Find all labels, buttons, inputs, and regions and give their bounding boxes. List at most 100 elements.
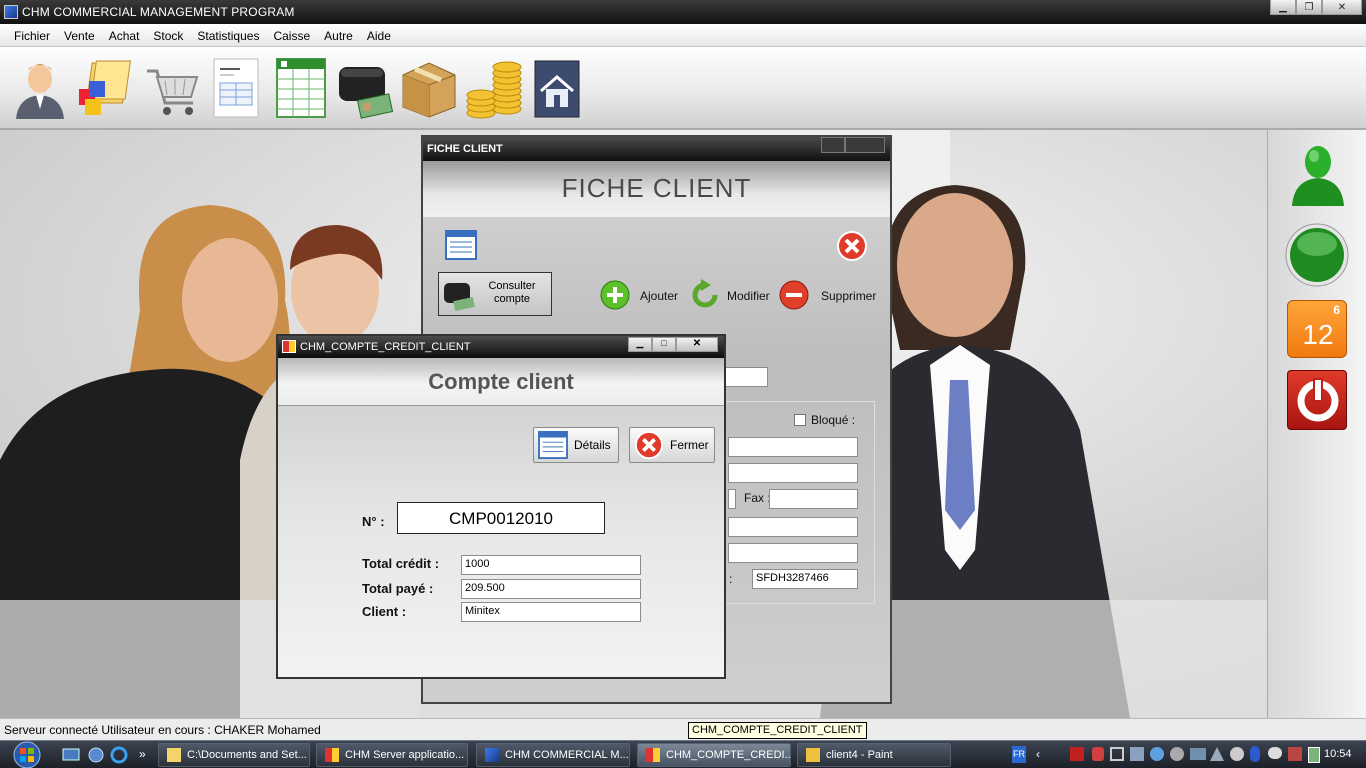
package-icon[interactable] — [399, 57, 459, 119]
wallet-icon[interactable] — [335, 57, 395, 119]
boxes-icon[interactable] — [75, 57, 135, 119]
coins-icon[interactable] — [463, 57, 523, 119]
globe-icon[interactable] — [87, 746, 105, 764]
menu-achat[interactable]: Achat — [102, 24, 147, 46]
task-compte-label: CHM_COMPTE_CREDI... — [666, 749, 791, 761]
modifier-button[interactable]: Modifier — [727, 289, 770, 303]
total-credit-field[interactable]: 1000 — [461, 555, 641, 575]
fiche-minimize-button[interactable] — [821, 137, 845, 153]
fiche-title-bar: FICHE CLIENT — [423, 137, 890, 161]
task-paint[interactable]: client4 - Paint — [797, 743, 951, 767]
taskbar: » C:\Documents and Set... CHM Server app… — [0, 740, 1366, 768]
menu-bar: Fichier Vente Achat Stock Statistiques C… — [0, 24, 1366, 47]
add-icon[interactable] — [599, 279, 631, 311]
compte-maximize-button[interactable]: □ — [652, 337, 676, 352]
bluetooth-icon[interactable] — [1250, 746, 1260, 762]
sync-icon[interactable] — [1170, 747, 1184, 761]
update-icon[interactable] — [1150, 747, 1164, 761]
details-button[interactable]: Détails — [533, 427, 619, 463]
supprimer-button[interactable]: Supprimer — [821, 289, 876, 303]
house-icon[interactable] — [527, 57, 587, 119]
menu-autre[interactable]: Autre — [317, 24, 360, 46]
menu-vente[interactable]: Vente — [57, 24, 102, 46]
minimize-button[interactable]: ▁ — [1270, 0, 1296, 15]
compte-minimize-button[interactable]: ▁ — [628, 337, 652, 352]
consulter-compte-button[interactable]: Consulter compte — [438, 272, 552, 316]
fiche-field-2[interactable] — [728, 463, 858, 483]
start-button[interactable] — [2, 741, 52, 768]
fiche-field-4[interactable] — [728, 543, 858, 563]
clock[interactable]: 10:54 — [1324, 748, 1352, 760]
fiche-field-top[interactable] — [723, 367, 768, 387]
invoice-icon[interactable] — [206, 57, 266, 119]
network-icon[interactable] — [1110, 747, 1124, 761]
total-paye-field[interactable]: 209.500 — [461, 579, 641, 599]
task-commercial-label: CHM COMMERCIAL M... — [505, 749, 629, 761]
fax-label: Fax : — [744, 491, 771, 505]
menu-caisse[interactable]: Caisse — [266, 24, 317, 46]
menu-stock[interactable]: Stock — [146, 24, 190, 46]
folder-icon — [167, 748, 181, 762]
tray-chevron-icon[interactable]: ‹ — [1036, 747, 1040, 761]
clock-sync-icon[interactable] — [1230, 747, 1244, 761]
online-user-icon[interactable] — [1288, 140, 1348, 210]
menu-aide[interactable]: Aide — [360, 24, 398, 46]
shield-icon[interactable] — [1092, 747, 1104, 761]
fermer-button[interactable]: Fermer — [629, 427, 715, 463]
language-indicator[interactable]: FR — [1012, 746, 1026, 763]
task-explorer-label: C:\Documents and Set... — [187, 749, 307, 761]
power-icon — [1297, 378, 1339, 422]
power-off-button[interactable] — [1287, 370, 1347, 430]
list-icon — [538, 431, 568, 459]
remove-icon[interactable] — [778, 279, 810, 311]
show-desktop-icon[interactable] — [62, 747, 80, 763]
status-green-light[interactable] — [1284, 222, 1350, 288]
browser-icon[interactable] — [110, 746, 128, 764]
fiche-field-3[interactable] — [728, 517, 858, 537]
status-bar: Serveur connecté Utilisateur en cours : … — [0, 718, 1366, 740]
chevron-icon[interactable]: » — [139, 747, 146, 761]
warning-icon[interactable] — [1210, 747, 1224, 761]
compte-credit-window: CHM_COMPTE_CREDIT_CLIENT ▁ □ ✕ Compte cl… — [276, 334, 726, 679]
task-compte[interactable]: CHM_COMPTE_CREDI... — [637, 743, 791, 767]
app-icon — [485, 748, 499, 762]
compte-window-title: CHM_COMPTE_CREDIT_CLIENT — [300, 341, 471, 353]
menu-statistiques[interactable]: Statistiques — [190, 24, 266, 46]
spreadsheet-icon[interactable] — [271, 57, 331, 119]
fiche-field-1[interactable] — [728, 437, 858, 457]
task-paint-label: client4 - Paint — [826, 749, 893, 761]
flag-icon[interactable] — [1288, 747, 1302, 761]
ajouter-button[interactable]: Ajouter — [640, 289, 678, 303]
calendar-icon[interactable]: 6 12 — [1287, 300, 1347, 358]
task-commercial[interactable]: CHM COMMERCIAL M... — [476, 743, 630, 767]
monitor-icon[interactable] — [1130, 747, 1144, 761]
list-icon[interactable] — [445, 230, 477, 260]
compte-close-button[interactable]: ✕ — [676, 337, 718, 352]
fiche-field-phone[interactable] — [728, 489, 736, 509]
user-icon[interactable] — [10, 57, 70, 119]
menu-fichier[interactable]: Fichier — [0, 24, 57, 46]
bloque-checkbox[interactable] — [794, 414, 806, 426]
num-field[interactable]: CMP0012010 — [397, 502, 605, 534]
fiche-close-icon[interactable] — [836, 230, 868, 262]
fermer-label: Fermer — [670, 438, 709, 452]
calendar-day: 12 — [1302, 319, 1334, 350]
task-explorer[interactable]: C:\Documents and Set... — [158, 743, 310, 767]
close-button[interactable]: ✕ — [1322, 0, 1362, 15]
task-server[interactable]: CHM Server applicatio... — [316, 743, 468, 767]
app-window-icon — [325, 748, 339, 762]
consulter-compte-label: Consulter compte — [488, 280, 536, 305]
antivirus-icon[interactable] — [1070, 747, 1084, 761]
client-label: Client : — [362, 604, 407, 619]
code-field[interactable]: SFDH3287466 — [752, 569, 858, 589]
cart-icon[interactable] — [141, 57, 201, 119]
client-field[interactable]: Minitex — [461, 602, 641, 622]
battery-icon[interactable] — [1308, 747, 1320, 763]
keyboard-icon[interactable] — [1190, 748, 1206, 760]
fiche-close-button[interactable] — [845, 137, 885, 153]
maximize-button[interactable]: ❐ — [1296, 0, 1322, 15]
app-window-icon — [646, 748, 660, 762]
chat-icon[interactable] — [1268, 747, 1282, 759]
fax-field[interactable] — [769, 489, 858, 509]
refresh-icon[interactable] — [689, 279, 721, 311]
